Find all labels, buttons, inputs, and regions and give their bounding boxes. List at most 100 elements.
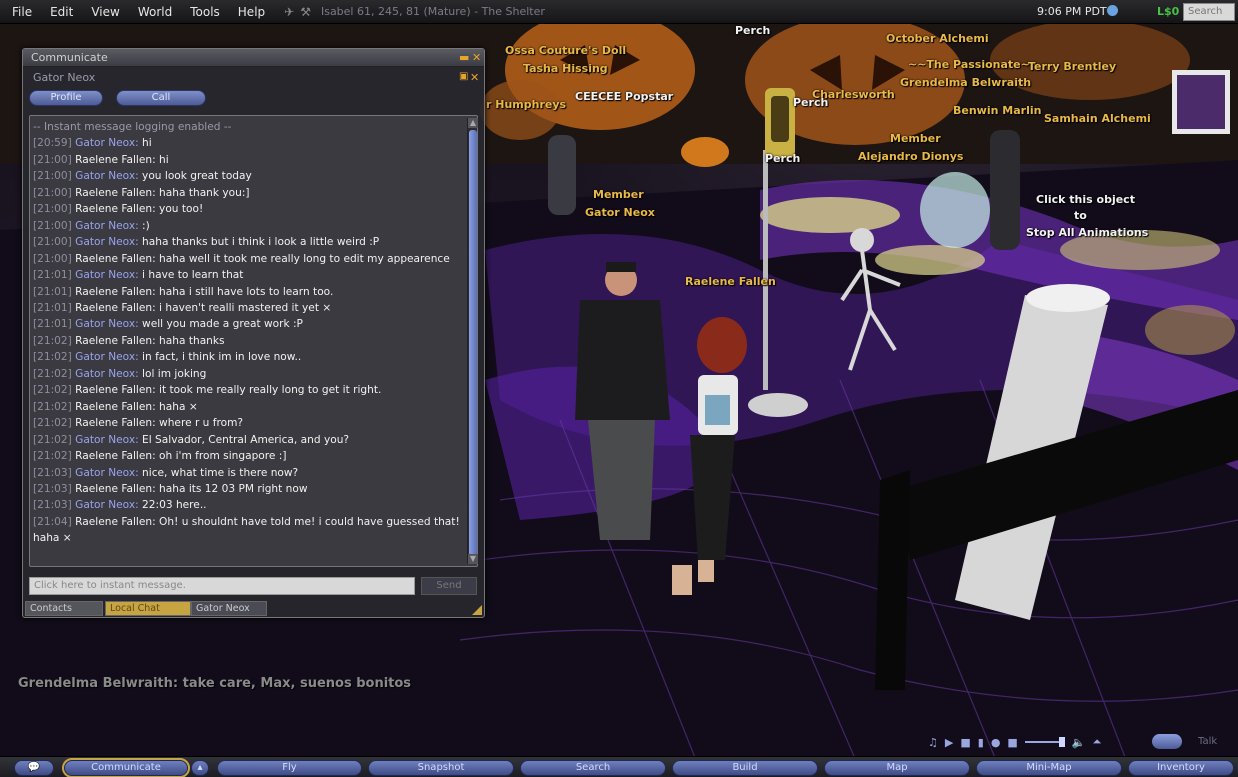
tab-gator-neox[interactable]: Gator Neox	[191, 601, 267, 616]
nametag-member-1: Member	[890, 132, 941, 145]
message-text: haha thank you:]	[159, 186, 250, 199]
message-speaker[interactable]: Raelene Fallen	[75, 417, 152, 429]
message-speaker[interactable]: Raelene Fallen	[75, 154, 152, 166]
speaker-separator: :	[135, 170, 143, 183]
message-speaker[interactable]: Gator Neox	[75, 368, 135, 380]
message-speaker[interactable]: Raelene Fallen	[75, 203, 152, 215]
map-button[interactable]: Map	[824, 760, 970, 776]
balance[interactable]: L$0	[1157, 5, 1179, 18]
speaker-separator: :	[152, 252, 160, 265]
voice-talk-toggle[interactable]	[1152, 734, 1182, 749]
message-speaker[interactable]: Gator Neox	[75, 170, 135, 182]
search-button[interactable]: Search	[520, 760, 666, 776]
minimize-icon[interactable]: ▬	[459, 51, 469, 64]
message-speaker[interactable]: Raelene Fallen	[75, 253, 152, 265]
call-button[interactable]: Call	[116, 90, 206, 106]
snapshot-button[interactable]: Snapshot	[368, 760, 514, 776]
stop-media-icon[interactable]: ■	[1007, 736, 1017, 749]
menu-edit[interactable]: Edit	[41, 5, 82, 19]
im-log-line: [21:02] Gator Neox: El Salvador, Central…	[33, 432, 465, 448]
message-speaker[interactable]: Gator Neox	[75, 220, 135, 232]
message-speaker[interactable]: Raelene Fallen	[75, 335, 152, 347]
scroll-up-icon[interactable]: ▲	[468, 118, 478, 128]
message-speaker[interactable]: Raelene Fallen	[75, 483, 152, 495]
menu-tools[interactable]: Tools	[181, 5, 229, 19]
search-input[interactable]: Search	[1183, 3, 1235, 21]
im-message-input[interactable]: Click here to instant message.	[29, 577, 415, 595]
message-speaker[interactable]: Gator Neox	[75, 467, 135, 479]
inventory-button[interactable]: Inventory	[1128, 760, 1234, 776]
speaker-separator: :	[152, 450, 160, 463]
scroll-down-icon[interactable]: ▼	[468, 554, 478, 564]
im-history[interactable]: -- Instant message logging enabled -- [20…	[29, 115, 478, 567]
stop-icon[interactable]: ■	[960, 736, 970, 749]
media-controls: ♫ ▶ ■ ▮ ● ■ 🔈 ⏶	[928, 733, 1101, 751]
message-speaker[interactable]: Raelene Fallen	[75, 187, 152, 199]
message-speaker[interactable]: Gator Neox	[75, 318, 135, 330]
message-speaker[interactable]: Gator Neox	[75, 499, 135, 511]
message-speaker[interactable]: Gator Neox	[75, 434, 135, 446]
nametag-alejandro: Alejandro Dionys	[858, 150, 964, 163]
im-log-line: [21:00] Raelene Fallen: hi	[33, 152, 465, 168]
message-text: where r u from?	[159, 417, 244, 430]
message-text: haha thanks	[159, 334, 225, 347]
im-scrollbar[interactable]: ▲ ▼	[467, 118, 478, 564]
close-icon[interactable]: ✕	[472, 51, 481, 64]
im-log-line: [21:02] Raelene Fallen: it took me reall…	[33, 382, 465, 398]
im-close-icon[interactable]: ✕	[470, 71, 479, 84]
profile-button[interactable]: Profile	[29, 90, 103, 106]
tab-local-chat[interactable]: Local Chat	[105, 601, 191, 616]
message-speaker[interactable]: Gator Neox	[75, 351, 135, 363]
bandwidth-icon[interactable]	[1107, 5, 1118, 16]
message-speaker[interactable]: Gator Neox	[75, 137, 135, 149]
im-log-line: [21:00] Gator Neox: you look great today	[33, 168, 465, 184]
media-icon[interactable]: ▮	[978, 736, 984, 749]
tab-contacts[interactable]: Contacts	[25, 601, 103, 616]
fly-button[interactable]: Fly	[217, 760, 362, 776]
mini-map-button[interactable]: Mini-Map	[976, 760, 1122, 776]
resize-grip[interactable]	[472, 605, 482, 615]
build-button[interactable]: Build	[672, 760, 818, 776]
play-icon[interactable]: ▶	[945, 736, 953, 749]
music-icon[interactable]: ♫	[928, 736, 938, 749]
speaker-separator: :	[135, 466, 143, 479]
scroll-thumb[interactable]	[469, 130, 477, 556]
mute-icon[interactable]: 🔈	[1072, 736, 1086, 749]
object-hovertext-3: Stop All Animations	[1026, 226, 1149, 239]
communicate-button[interactable]: Communicate	[62, 758, 190, 777]
send-button[interactable]: Send	[421, 577, 477, 595]
menu-world[interactable]: World	[129, 5, 181, 19]
message-text: i have to learn that	[142, 269, 244, 282]
communicate-dropdown-icon[interactable]: ▴	[191, 760, 209, 776]
menu-file[interactable]: File	[0, 5, 41, 19]
tear-off-icon[interactable]: ▣	[459, 71, 468, 82]
play-media-icon[interactable]: ●	[991, 736, 1001, 749]
message-text: El Salvador, Central America, and you?	[142, 433, 350, 446]
message-speaker[interactable]: Raelene Fallen	[75, 516, 152, 528]
window-titlebar[interactable]: Communicate ▬ ✕	[23, 49, 484, 67]
message-speaker[interactable]: Raelene Fallen	[75, 286, 152, 298]
message-speaker[interactable]: Raelene Fallen	[75, 450, 152, 462]
message-speaker[interactable]: Gator Neox	[75, 269, 135, 281]
message-timestamp: [21:02]	[33, 400, 72, 413]
volume-knob[interactable]	[1058, 737, 1065, 747]
nametag-samhain: Samhain Alchemi	[1044, 112, 1151, 125]
speaker-separator: :	[135, 137, 143, 150]
chat-bubble-button[interactable]: 💬	[14, 760, 54, 776]
message-timestamp: [21:02]	[33, 384, 72, 397]
speaker-separator: :	[135, 367, 143, 380]
im-log-line: -- Instant message logging enabled --	[33, 119, 465, 135]
message-timestamp: [21:04]	[33, 515, 72, 528]
talk-label[interactable]: Talk	[1198, 736, 1217, 747]
message-text: haha thanks but i think i look a little …	[142, 236, 380, 249]
menu-help[interactable]: Help	[229, 5, 274, 19]
message-speaker[interactable]: Gator Neox	[75, 236, 135, 248]
message-speaker[interactable]: Raelene Fallen	[75, 401, 152, 413]
message-speaker[interactable]: Raelene Fallen	[75, 384, 152, 396]
menu-view[interactable]: View	[82, 5, 128, 19]
volume-slider[interactable]	[1024, 737, 1065, 747]
im-log-line: [21:02] Gator Neox: lol im joking	[33, 366, 465, 382]
message-speaker[interactable]: Raelene Fallen	[75, 302, 152, 314]
location-text[interactable]: Isabel 61, 245, 81 (Mature) - The Shelte…	[321, 5, 545, 18]
expand-icon[interactable]: ⏶	[1093, 735, 1102, 749]
